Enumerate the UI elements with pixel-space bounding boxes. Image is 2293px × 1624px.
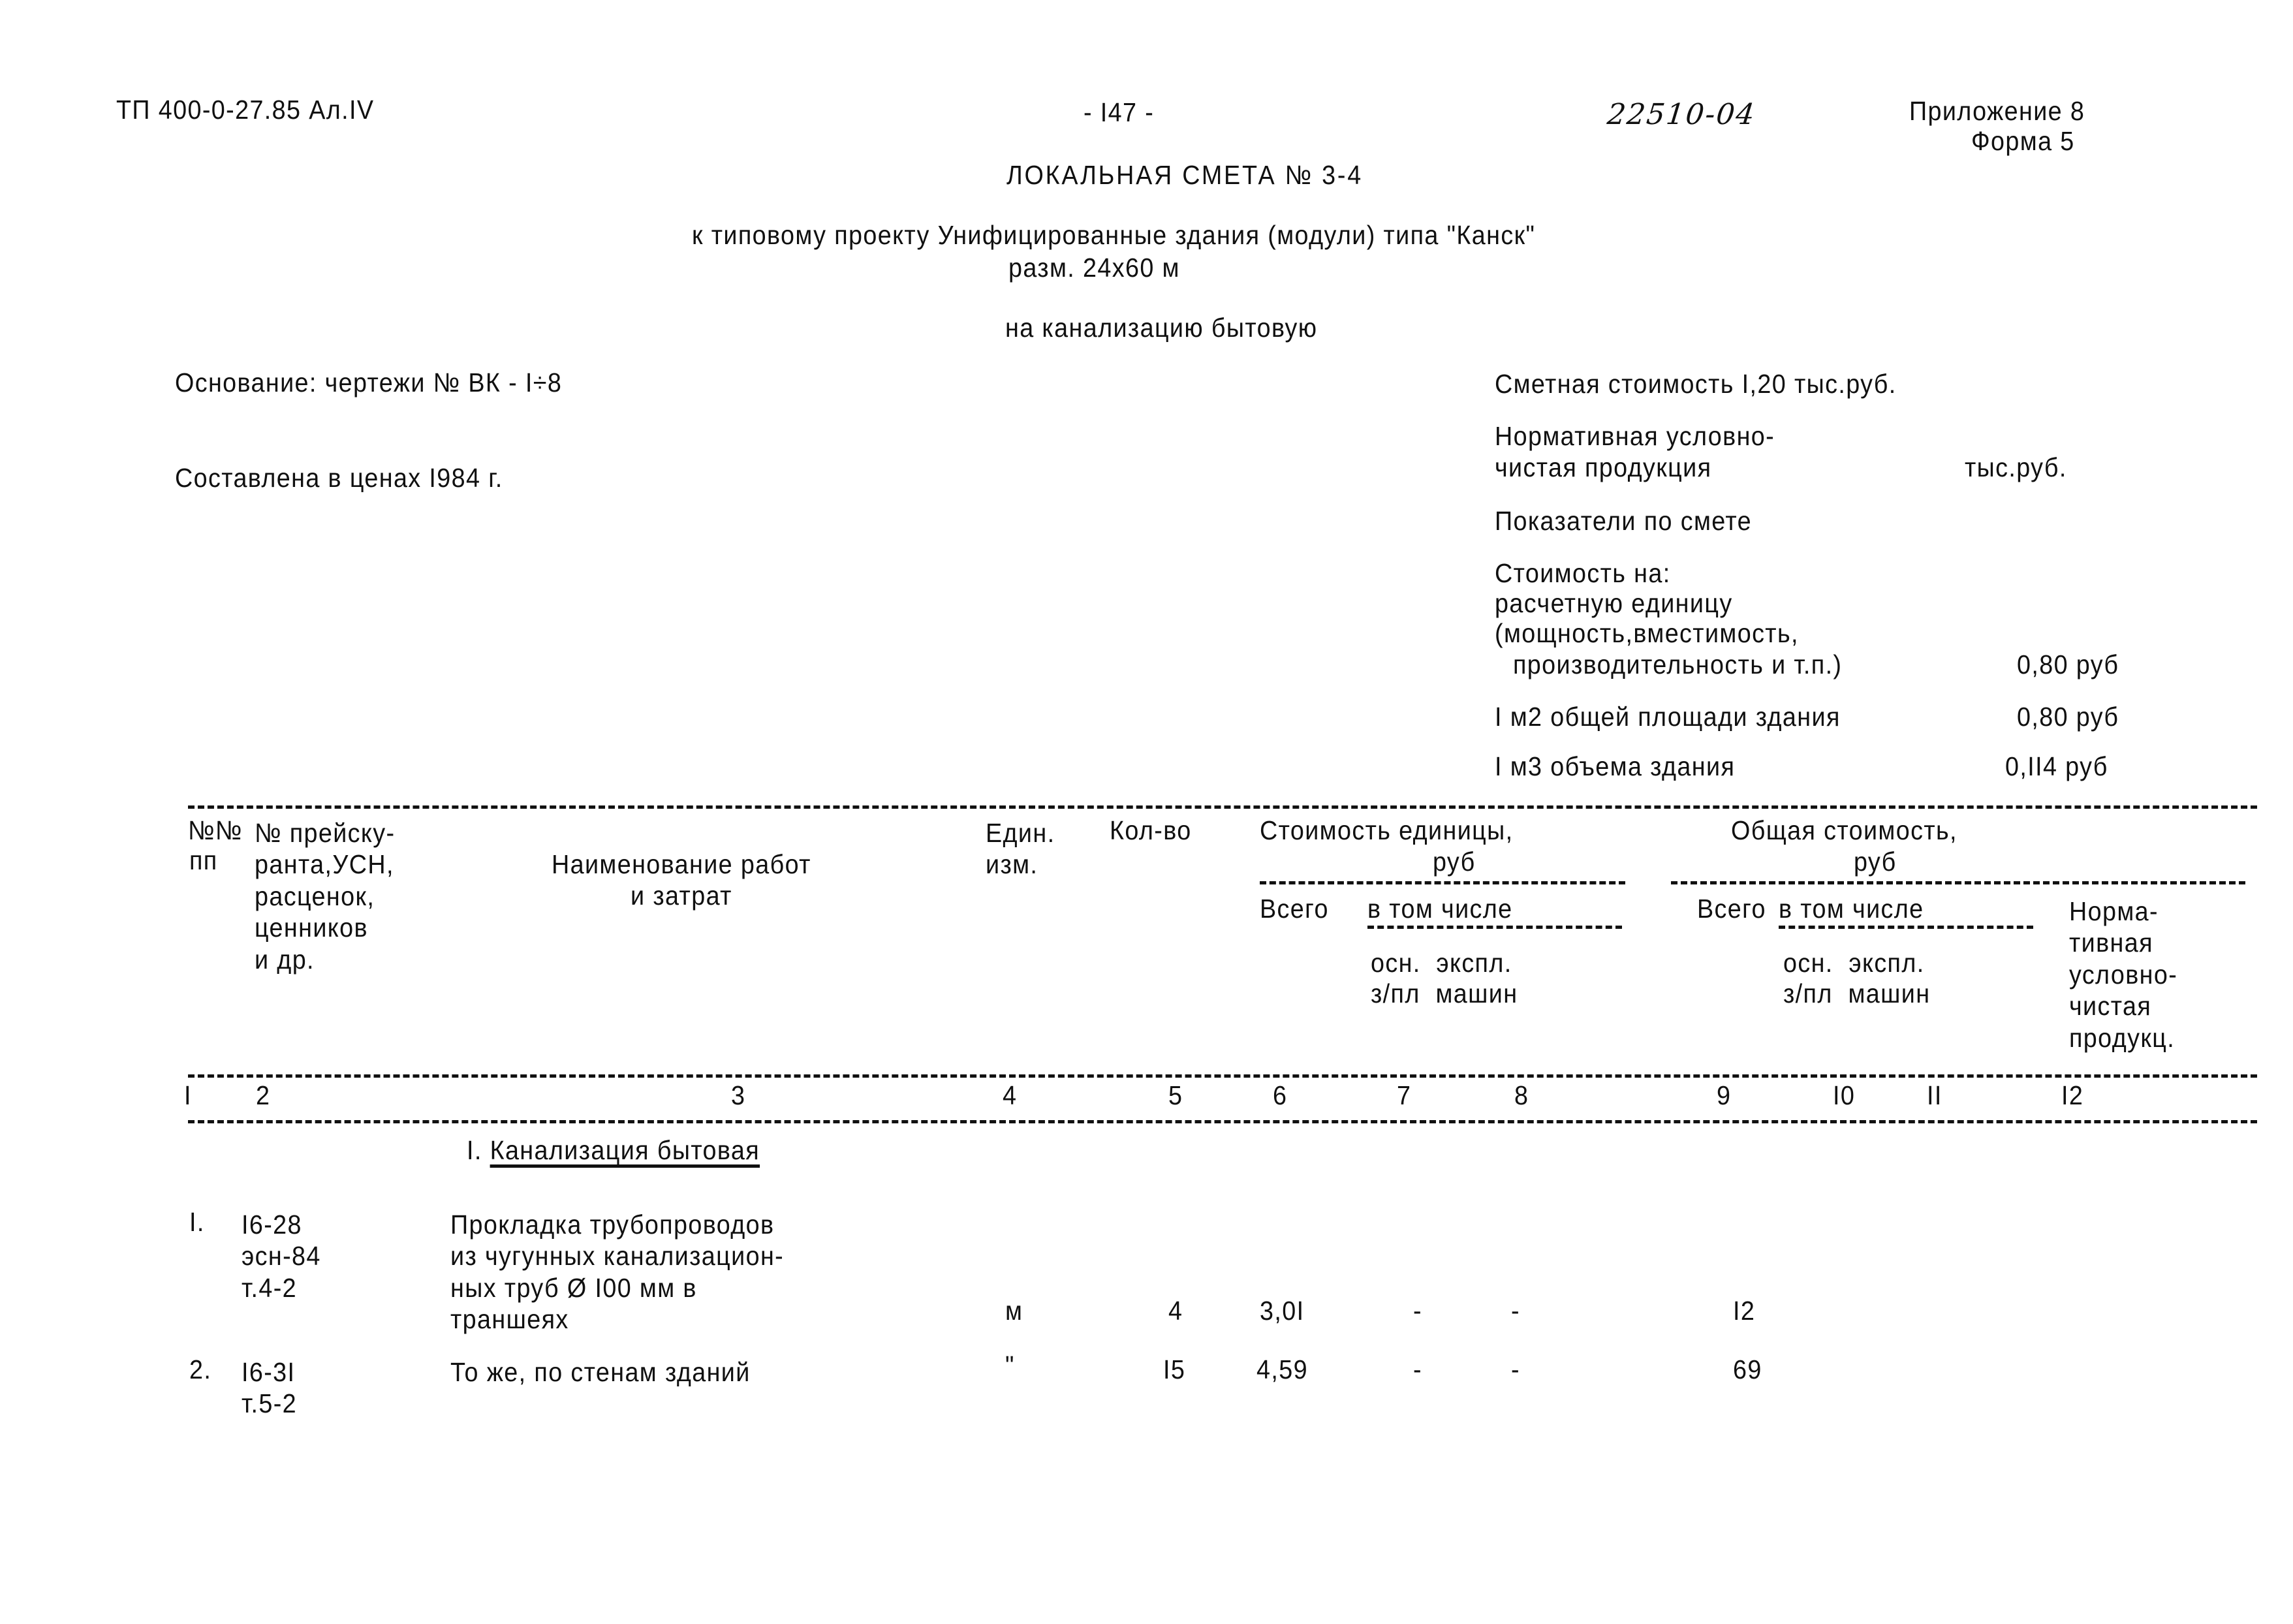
document-page: ТП 400-0-27.85 Ал.IV - I47 - 22510-04 Пр… [0, 0, 2293, 1624]
project-subtitle-line-1: к типовому проекту Унифицированные здани… [692, 220, 1536, 250]
row-unit-price-osn: - [1413, 1296, 1422, 1326]
row-number: I. [189, 1207, 205, 1237]
row-unit: м [1005, 1296, 1023, 1326]
project-subtitle-line-2: разм. 24х60 м [1008, 253, 1180, 283]
unit-including-rule [1367, 926, 1622, 929]
row-work-name: Прокладка трубопроводов из чугунных кана… [450, 1210, 785, 1335]
row-quantity: 4 [1168, 1296, 1183, 1326]
column-number-10: I0 [1833, 1080, 1856, 1110]
row-price-code: I6-28 эсн-84 т.4-2 [242, 1210, 321, 1303]
column-number-1: I [184, 1080, 192, 1110]
row-quantity: I5 [1163, 1354, 1186, 1384]
total-including-rule [1779, 926, 2033, 929]
cost-for-label: Стоимость на: [1495, 558, 1671, 588]
row-total-cost: 69 [1733, 1354, 1762, 1384]
table-header-total-cost-currency: руб [1854, 847, 1897, 877]
basis-line: Основание: чертежи № ВК - I÷8 [175, 367, 563, 398]
table-top-rule [188, 805, 2257, 809]
calc-unit-value: 0,80 руб [2017, 649, 2119, 679]
calc-unit-line-3: производительность и т.п.) [1513, 649, 1843, 679]
table-header-total-including: в том числе [1779, 894, 1924, 924]
table-header-col12: Норма- тивная условно- чистая продукц. [2069, 896, 2178, 1053]
row-price-code: I6-3I т.5-2 [242, 1357, 297, 1419]
table-header-total-osn-expl: осн. экспл. [1783, 948, 1925, 978]
table-header-bottom-rule [188, 1074, 2257, 1078]
row-unit-price-expl: - [1511, 1354, 1520, 1384]
table-header-total-total: Всего [1697, 894, 1766, 924]
row-work-name: То же, по стенам зданий [450, 1357, 751, 1387]
table-header-unit-total: Всего [1260, 894, 1329, 924]
page-title: ЛОКАЛЬНАЯ СМЕТА № 3-4 [1006, 160, 1363, 190]
form-number: Форма 5 [1971, 126, 2075, 156]
column-number-4: 4 [1003, 1080, 1018, 1110]
object-subtitle: на канализацию бытовую [1005, 313, 1318, 343]
section-heading: I. Канализация бытовая [467, 1137, 760, 1164]
section-heading-text: Канализация бытовая [490, 1135, 760, 1165]
estimate-total-cost: Сметная стоимость I,20 тыс.руб. [1495, 369, 1897, 399]
column-number-3: 3 [731, 1080, 746, 1110]
table-header-total-zpl-mashin: з/пл машин [1783, 978, 1931, 1008]
calc-unit-line-2: (мощность,вместимость, [1495, 618, 1799, 648]
row-unit-price-total: 4,59 [1256, 1354, 1308, 1384]
total-cost-group-rule [1671, 881, 2245, 884]
nucp-units: тыс.руб. [1965, 452, 2067, 482]
table-header-col1-line2: пп [189, 845, 218, 875]
table-header-col1-line1: №№ [188, 815, 243, 845]
volume-cost-label: I м3 объема здания [1495, 751, 1736, 781]
row-unit-price-total: 3,0I [1260, 1296, 1305, 1326]
table-header-unit-zpl-mashin: з/пл машин [1371, 978, 1518, 1008]
row-unit-price-osn: - [1413, 1354, 1422, 1384]
area-cost-label: I м2 общей площади здания [1495, 702, 1841, 732]
table-header-col5: Кол-во [1110, 815, 1192, 845]
drawing-number: 22510-04 [1606, 98, 1758, 131]
calc-unit-line-1: расчетную единицу [1495, 588, 1733, 618]
row-unit-price-expl: - [1511, 1296, 1520, 1326]
column-number-row-rule [188, 1120, 2257, 1123]
table-header-unit-osn-expl: осн. экспл. [1371, 948, 1512, 978]
column-number-7: 7 [1397, 1080, 1412, 1110]
nucp-label-line-1: Нормативная условно- [1495, 421, 1775, 451]
table-header-unit-including: в том числе [1367, 894, 1513, 924]
volume-cost-value: 0,II4 руб [2005, 751, 2108, 781]
document-code: ТП 400-0-27.85 Ал.IV [116, 95, 375, 125]
appendix-number: Приложение 8 [1909, 96, 2085, 126]
table-header-unit-cost: Стоимость единицы, [1260, 815, 1514, 845]
table-header-col3: Наименование работ и затрат [552, 849, 811, 911]
row-unit: " [1005, 1351, 1015, 1381]
column-number-2: 2 [256, 1080, 271, 1110]
column-number-6: 6 [1273, 1080, 1288, 1110]
section-heading-prefix: I. [467, 1135, 490, 1165]
area-cost-value: 0,80 руб [2017, 702, 2119, 732]
price-level-line: Составлена в ценах I984 г. [175, 463, 503, 493]
column-number-11: II [1927, 1080, 1942, 1110]
column-number-9: 9 [1717, 1080, 1732, 1110]
table-header-unit-cost-currency: руб [1433, 847, 1476, 877]
column-number-8: 8 [1514, 1080, 1529, 1110]
nucp-label-line-2: чистая продукция [1495, 452, 1712, 482]
indicators-title: Показатели по смете [1495, 506, 1753, 536]
column-number-12: I2 [2061, 1080, 2084, 1110]
column-number-5: 5 [1168, 1080, 1183, 1110]
row-total-cost: I2 [1733, 1296, 1756, 1326]
unit-cost-group-rule [1260, 881, 1625, 884]
page-number: - I47 - [1084, 97, 1155, 127]
table-header-col4: Един. изм. [986, 818, 1055, 880]
table-header-col2: № прейску- ранта,УСН, расценок, ценников… [255, 818, 396, 975]
row-number: 2. [189, 1354, 212, 1384]
table-header-total-cost: Общая стоимость, [1731, 815, 1958, 845]
